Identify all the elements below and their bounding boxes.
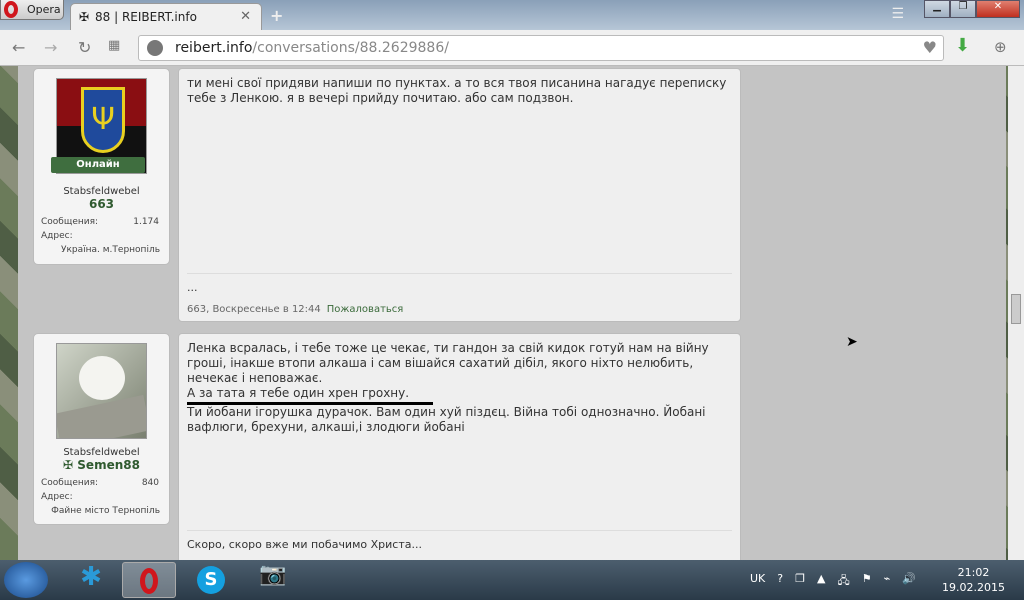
reload-icon[interactable]: ↻ bbox=[78, 38, 91, 57]
language-indicator[interactable]: UK bbox=[750, 572, 765, 591]
globe-icon bbox=[147, 40, 163, 56]
user-info: Ψ Онлайн Stabsfeldwebel 663 Сообщения: 1.… bbox=[33, 68, 170, 265]
address-value: Україна. м.Тернопіль bbox=[61, 245, 160, 255]
opera-menu-button[interactable]: Opera bbox=[0, 0, 64, 20]
username-link[interactable]: Semen88 bbox=[77, 458, 140, 472]
show-hidden-icons[interactable]: ▲ bbox=[817, 572, 825, 591]
taskbar: ✱ S 📷 UK ? ❐ ▲ 🖧 ⚑ ⌁ 🔊 21:02 19.02.2015 bbox=[0, 560, 1024, 600]
signature: Скоро, скоро вже ми побачимо Христа... bbox=[187, 530, 732, 552]
message-meta: 663, Воскресенье в 12:44 bbox=[187, 304, 321, 315]
volume-icon[interactable]: 🔊 bbox=[902, 572, 916, 591]
minimize-button[interactable]: ▁ bbox=[924, 0, 950, 18]
power-icon[interactable]: ⌁ bbox=[884, 572, 891, 591]
messages-count: 840 bbox=[141, 478, 159, 488]
username-link[interactable]: 663 bbox=[34, 197, 169, 211]
iron-cross-icon: ✠ bbox=[63, 458, 78, 472]
web-content: Ψ Онлайн Stabsfeldwebel 663 Сообщения: 1.… bbox=[0, 66, 1024, 573]
speed-dial-icon[interactable]: ▦ bbox=[108, 38, 120, 53]
date: 19.02.2015 bbox=[942, 581, 1005, 594]
forward-icon[interactable]: → bbox=[44, 38, 57, 57]
mouse-cursor-icon: ➤ bbox=[846, 334, 858, 350]
title-bar: Opera ✠ 88 | REIBERT.info ✕ + ☰ ▁ ❐ ✕ bbox=[0, 0, 1024, 30]
branch-image bbox=[57, 394, 146, 438]
close-window-button[interactable]: ✕ bbox=[976, 0, 1020, 18]
tab-menu-icon[interactable]: ☰ bbox=[891, 6, 904, 22]
report-link[interactable]: Пожаловаться bbox=[327, 304, 404, 315]
download-arrow-icon[interactable]: ⬇ bbox=[955, 35, 970, 56]
user-rank: Stabsfeldwebel bbox=[63, 186, 140, 197]
scrollbar[interactable] bbox=[1008, 66, 1024, 560]
page: Ψ Онлайн Stabsfeldwebel 663 Сообщения: 1.… bbox=[18, 66, 1006, 573]
downloads-icon[interactable]: ⊕ bbox=[994, 38, 1007, 56]
opera-logo-icon bbox=[4, 1, 18, 18]
signature: ... bbox=[187, 273, 732, 295]
network-icon[interactable]: 🖧 bbox=[837, 572, 849, 591]
maximize-button[interactable]: ❐ bbox=[950, 0, 976, 18]
skype-icon[interactable]: S bbox=[184, 562, 238, 598]
user-rank: Stabsfeldwebel bbox=[63, 447, 140, 458]
address-label: Адрес: bbox=[41, 492, 73, 502]
window-switch-icon[interactable]: ❐ bbox=[795, 572, 805, 591]
back-icon[interactable]: ← bbox=[12, 38, 25, 57]
camera-icon[interactable]: 📷 bbox=[246, 562, 300, 598]
time: 21:02 bbox=[957, 566, 990, 579]
scrollbar-thumb[interactable] bbox=[1011, 294, 1021, 324]
iron-cross-icon: ✠ bbox=[79, 10, 90, 24]
tab-active[interactable]: ✠ 88 | REIBERT.info ✕ bbox=[70, 3, 262, 30]
system-tray: UK ? ❐ ▲ 🖧 ⚑ ⌁ 🔊 bbox=[750, 572, 916, 591]
message-text: ти мені свої придяви напиши по пунктах. … bbox=[187, 76, 727, 105]
new-tab-button[interactable]: + bbox=[270, 6, 283, 25]
address-bar[interactable]: reibert.info/conversations/88.2629886/ ♥ bbox=[138, 35, 944, 61]
start-button[interactable] bbox=[4, 562, 48, 598]
message-text: Ленка всралась, і тебе тоже це чекає, ти… bbox=[187, 341, 709, 385]
address-value: Файне місто Тернопіль bbox=[51, 506, 160, 516]
avatar[interactable] bbox=[56, 343, 147, 439]
panda-image bbox=[79, 356, 125, 400]
messages-label: Сообщения: bbox=[41, 478, 99, 488]
telenor-icon[interactable]: ✱ bbox=[64, 562, 118, 598]
trident-icon: Ψ bbox=[81, 87, 125, 153]
action-center-flag-icon[interactable]: ⚑ bbox=[862, 572, 872, 591]
heart-icon[interactable]: ♥ bbox=[923, 38, 937, 57]
message: Ленка всралась, і тебе тоже це чекає, ти… bbox=[178, 333, 741, 573]
user-info: Stabsfeldwebel ✠ Semen88 Сообщения: 840 А… bbox=[33, 333, 170, 525]
messages-count: 1.174 bbox=[133, 217, 159, 227]
address-label: Адрес: bbox=[41, 231, 73, 241]
message: ти мені свої придяви напиши по пунктах. … bbox=[178, 68, 741, 322]
clock[interactable]: 21:02 19.02.2015 bbox=[942, 565, 1005, 595]
messages-label: Сообщения: bbox=[41, 217, 99, 227]
message-text-underlined: А за тата я тебе один хрен грохну. bbox=[187, 386, 433, 405]
opera-taskbar-button[interactable] bbox=[122, 562, 176, 598]
online-badge: Онлайн bbox=[51, 157, 145, 173]
close-tab-icon[interactable]: ✕ bbox=[240, 9, 251, 24]
message-text: Ти йобани ігорушка дурачок. Вам один хуй… bbox=[187, 405, 706, 434]
toolbar: ← → ↻ ▦ reibert.info/conversations/88.26… bbox=[0, 30, 1024, 66]
help-icon[interactable]: ? bbox=[777, 572, 783, 591]
